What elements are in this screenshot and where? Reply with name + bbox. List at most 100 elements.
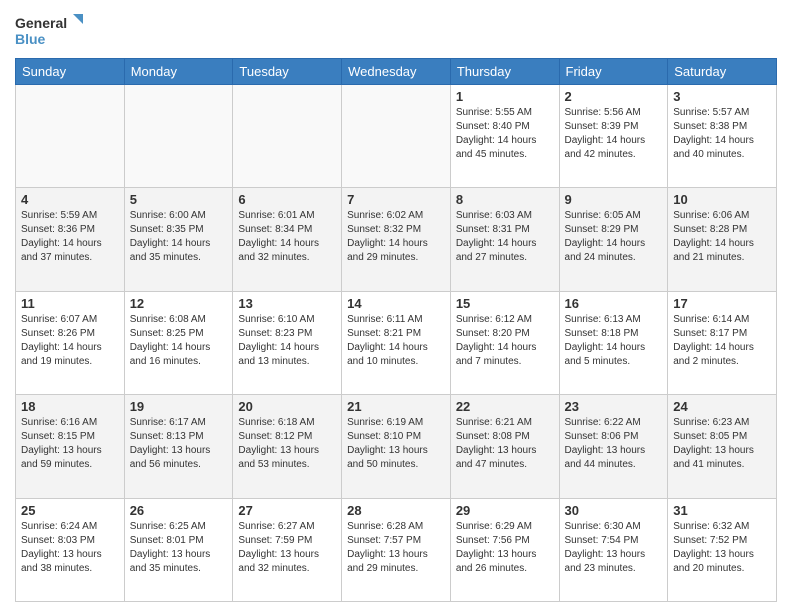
day-number: 15	[456, 296, 554, 311]
day-info: Sunrise: 6:16 AM Sunset: 8:15 PM Dayligh…	[21, 416, 119, 472]
day-cell: 18 Sunrise: 6:16 AM Sunset: 8:15 PM Dayli…	[16, 395, 125, 498]
day-number: 3	[673, 89, 771, 104]
day-cell: 14 Sunrise: 6:11 AM Sunset: 8:21 PM Dayli…	[342, 291, 451, 394]
day-number: 23	[565, 399, 663, 414]
day-cell: 1 Sunrise: 5:55 AM Sunset: 8:40 PM Daylig…	[450, 85, 559, 188]
day-cell: 6 Sunrise: 6:01 AM Sunset: 8:34 PM Daylig…	[233, 188, 342, 291]
day-info: Sunrise: 6:03 AM Sunset: 8:31 PM Dayligh…	[456, 209, 554, 265]
day-cell: 20Sunrise: 6:18 AM Sunset: 8:12 PM Dayli…	[233, 395, 342, 498]
day-cell: 5 Sunrise: 6:00 AM Sunset: 8:35 PM Daylig…	[124, 188, 233, 291]
day-info: Sunrise: 6:23 AM Sunset: 8:05 PM Dayligh…	[673, 416, 771, 472]
day-info: Sunrise: 6:30 AM Sunset: 7:54 PM Dayligh…	[565, 520, 663, 576]
day-info: Sunrise: 5:55 AM Sunset: 8:40 PM Dayligh…	[456, 106, 554, 162]
day-info: Sunrise: 6:10 AM Sunset: 8:23 PM Dayligh…	[238, 313, 336, 369]
day-cell	[342, 85, 451, 188]
day-number: 5	[130, 192, 228, 207]
day-number: 6	[238, 192, 336, 207]
day-info: Sunrise: 6:13 AM Sunset: 8:18 PM Dayligh…	[565, 313, 663, 369]
day-info: Sunrise: 6:06 AM Sunset: 8:28 PM Dayligh…	[673, 209, 771, 265]
day-number: 4	[21, 192, 119, 207]
day-cell: 16 Sunrise: 6:13 AM Sunset: 8:18 PM Dayli…	[559, 291, 668, 394]
day-cell: 13 Sunrise: 6:10 AM Sunset: 8:23 PM Dayli…	[233, 291, 342, 394]
week-row-2: 4 Sunrise: 5:59 AM Sunset: 8:36 PM Daylig…	[16, 188, 777, 291]
day-number: 28	[347, 503, 445, 518]
day-cell: 12Sunrise: 6:08 AM Sunset: 8:25 PM Dayli…	[124, 291, 233, 394]
week-row-3: 11 Sunrise: 6:07 AM Sunset: 8:26 PM Dayli…	[16, 291, 777, 394]
day-info: Sunrise: 6:25 AM Sunset: 8:01 PM Dayligh…	[130, 520, 228, 576]
day-info: Sunrise: 6:24 AM Sunset: 8:03 PM Dayligh…	[21, 520, 119, 576]
day-cell: 9 Sunrise: 6:05 AM Sunset: 8:29 PM Daylig…	[559, 188, 668, 291]
day-number: 13	[238, 296, 336, 311]
header-wednesday: Wednesday	[342, 59, 451, 85]
day-info: Sunrise: 6:07 AM Sunset: 8:26 PM Dayligh…	[21, 313, 119, 369]
day-number: 11	[21, 296, 119, 311]
day-number: 21	[347, 399, 445, 414]
day-info: Sunrise: 6:27 AM Sunset: 7:59 PM Dayligh…	[238, 520, 336, 576]
day-number: 19	[130, 399, 228, 414]
header-monday: Monday	[124, 59, 233, 85]
day-cell: 10 Sunrise: 6:06 AM Sunset: 8:28 PM Dayli…	[668, 188, 777, 291]
day-cell: 3Sunrise: 5:57 AM Sunset: 8:38 PM Daylig…	[668, 85, 777, 188]
day-cell: 29 Sunrise: 6:29 AM Sunset: 7:56 PM Dayli…	[450, 498, 559, 601]
day-cell	[16, 85, 125, 188]
day-cell: 19 Sunrise: 6:17 AM Sunset: 8:13 PM Dayli…	[124, 395, 233, 498]
header-saturday: Saturday	[668, 59, 777, 85]
day-info: Sunrise: 6:01 AM Sunset: 8:34 PM Dayligh…	[238, 209, 336, 265]
header: General Blue	[15, 10, 777, 50]
header-thursday: Thursday	[450, 59, 559, 85]
day-number: 22	[456, 399, 554, 414]
day-number: 27	[238, 503, 336, 518]
day-info: Sunrise: 6:11 AM Sunset: 8:21 PM Dayligh…	[347, 313, 445, 369]
day-number: 25	[21, 503, 119, 518]
day-info: Sunrise: 6:14 AM Sunset: 8:17 PM Dayligh…	[673, 313, 771, 369]
day-info: Sunrise: 6:00 AM Sunset: 8:35 PM Dayligh…	[130, 209, 228, 265]
day-cell: 15Sunrise: 6:12 AM Sunset: 8:20 PM Dayli…	[450, 291, 559, 394]
svg-text:General: General	[15, 15, 67, 31]
day-number: 18	[21, 399, 119, 414]
day-cell: 31 Sunrise: 6:32 AM Sunset: 7:52 PM Dayli…	[668, 498, 777, 601]
day-info: Sunrise: 6:22 AM Sunset: 8:06 PM Dayligh…	[565, 416, 663, 472]
page: General Blue SundayMondayTuesdayWednesda…	[0, 0, 792, 612]
week-row-1: 1 Sunrise: 5:55 AM Sunset: 8:40 PM Daylig…	[16, 85, 777, 188]
day-number: 29	[456, 503, 554, 518]
day-number: 10	[673, 192, 771, 207]
day-info: Sunrise: 6:32 AM Sunset: 7:52 PM Dayligh…	[673, 520, 771, 576]
week-row-5: 25 Sunrise: 6:24 AM Sunset: 8:03 PM Dayli…	[16, 498, 777, 601]
svg-text:Blue: Blue	[15, 31, 46, 47]
day-cell: 30 Sunrise: 6:30 AM Sunset: 7:54 PM Dayli…	[559, 498, 668, 601]
day-info: Sunrise: 6:18 AM Sunset: 8:12 PM Dayligh…	[238, 416, 336, 472]
day-cell: 17Sunrise: 6:14 AM Sunset: 8:17 PM Dayli…	[668, 291, 777, 394]
day-info: Sunrise: 5:59 AM Sunset: 8:36 PM Dayligh…	[21, 209, 119, 265]
day-cell: 26 Sunrise: 6:25 AM Sunset: 8:01 PM Dayli…	[124, 498, 233, 601]
week-row-4: 18 Sunrise: 6:16 AM Sunset: 8:15 PM Dayli…	[16, 395, 777, 498]
day-number: 7	[347, 192, 445, 207]
header-tuesday: Tuesday	[233, 59, 342, 85]
day-info: Sunrise: 6:02 AM Sunset: 8:32 PM Dayligh…	[347, 209, 445, 265]
day-number: 26	[130, 503, 228, 518]
day-cell: 22Sunrise: 6:21 AM Sunset: 8:08 PM Dayli…	[450, 395, 559, 498]
day-number: 2	[565, 89, 663, 104]
day-cell: 4 Sunrise: 5:59 AM Sunset: 8:36 PM Daylig…	[16, 188, 125, 291]
day-info: Sunrise: 6:29 AM Sunset: 7:56 PM Dayligh…	[456, 520, 554, 576]
day-info: Sunrise: 6:19 AM Sunset: 8:10 PM Dayligh…	[347, 416, 445, 472]
day-cell: 7 Sunrise: 6:02 AM Sunset: 8:32 PM Daylig…	[342, 188, 451, 291]
day-number: 1	[456, 89, 554, 104]
day-number: 30	[565, 503, 663, 518]
day-number: 24	[673, 399, 771, 414]
day-info: Sunrise: 5:56 AM Sunset: 8:39 PM Dayligh…	[565, 106, 663, 162]
day-cell: 11 Sunrise: 6:07 AM Sunset: 8:26 PM Dayli…	[16, 291, 125, 394]
day-cell: 27 Sunrise: 6:27 AM Sunset: 7:59 PM Dayli…	[233, 498, 342, 601]
day-number: 9	[565, 192, 663, 207]
day-cell	[124, 85, 233, 188]
day-number: 16	[565, 296, 663, 311]
day-info: Sunrise: 6:17 AM Sunset: 8:13 PM Dayligh…	[130, 416, 228, 472]
day-number: 31	[673, 503, 771, 518]
day-number: 14	[347, 296, 445, 311]
day-cell: 28Sunrise: 6:28 AM Sunset: 7:57 PM Dayli…	[342, 498, 451, 601]
calendar-table: SundayMondayTuesdayWednesdayThursdayFrid…	[15, 58, 777, 602]
day-cell: 23 Sunrise: 6:22 AM Sunset: 8:06 PM Dayli…	[559, 395, 668, 498]
day-info: Sunrise: 6:05 AM Sunset: 8:29 PM Dayligh…	[565, 209, 663, 265]
day-number: 12	[130, 296, 228, 311]
header-friday: Friday	[559, 59, 668, 85]
day-cell: 24 Sunrise: 6:23 AM Sunset: 8:05 PM Dayli…	[668, 395, 777, 498]
